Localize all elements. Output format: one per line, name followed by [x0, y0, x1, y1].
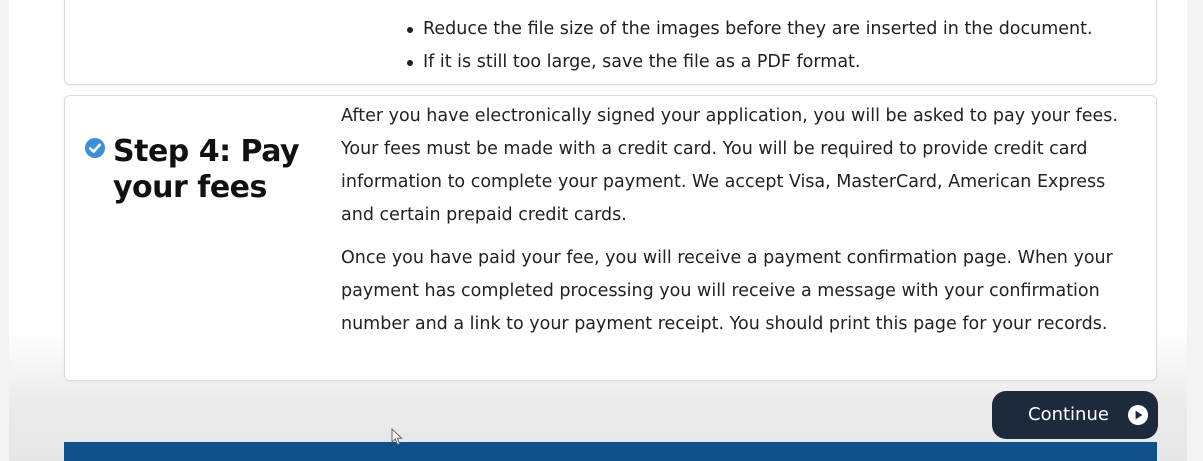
- left-edge: [0, 0, 9, 461]
- footer-bar: [64, 442, 1157, 461]
- check-circle-icon: [85, 138, 105, 158]
- bullet-list: Reduce the file size of the images befor…: [405, 13, 1093, 79]
- bullet-item: Reduce the file size of the images befor…: [405, 13, 1093, 46]
- step-paragraph: Once you have paid your fee, you will re…: [341, 248, 1113, 334]
- mouse-cursor-icon: [391, 428, 403, 446]
- requirements-card: Reduce the file size of the images befor…: [64, 0, 1157, 85]
- continue-button[interactable]: Continue: [992, 391, 1158, 439]
- continue-label: Continue: [1028, 404, 1109, 425]
- step-paragraph: After you have electronically signed you…: [341, 106, 1118, 225]
- play-circle-icon: [1128, 405, 1148, 425]
- right-edge: [1187, 0, 1203, 461]
- step-title: Step 4: Pay your fees: [113, 134, 300, 205]
- bullet-item: If it is still too large, save the file …: [405, 46, 1093, 79]
- step-heading: Step 4: Pay your fees: [85, 134, 315, 206]
- step-description: After you have electronically signed you…: [341, 100, 1131, 351]
- step-4-card: Step 4: Pay your fees After you have ele…: [64, 95, 1157, 381]
